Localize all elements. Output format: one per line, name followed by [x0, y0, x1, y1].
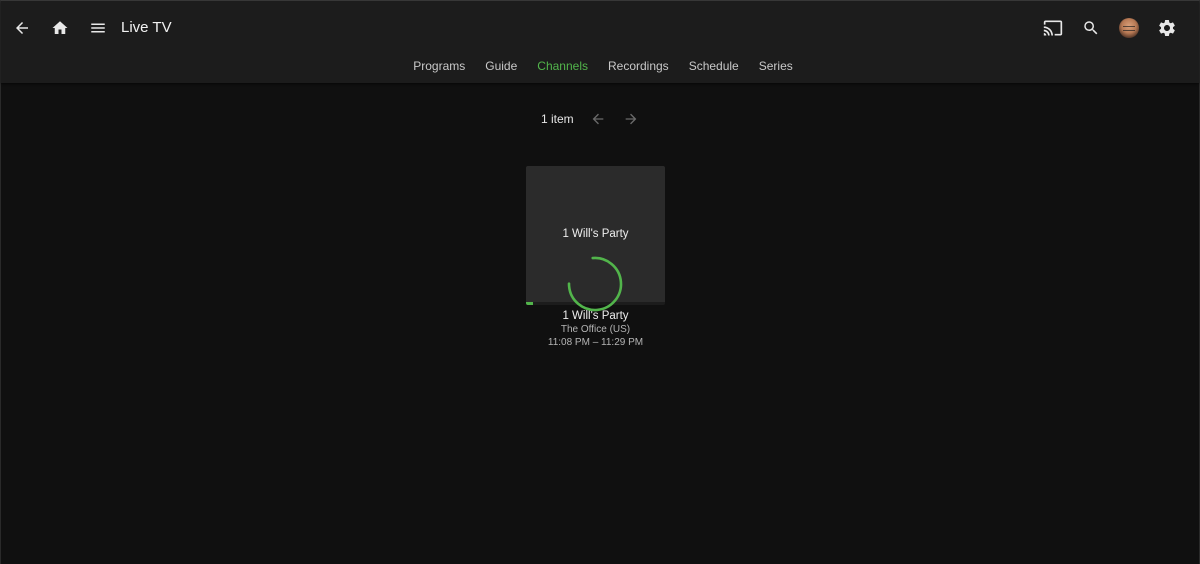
arrow-back-icon — [16, 22, 28, 34]
menu-icon — [91, 23, 105, 33]
channel-image-label: 1 Will's Party — [562, 228, 629, 240]
tab-series[interactable]: Series — [759, 56, 793, 76]
arrow-right-icon — [625, 113, 637, 125]
settings-gear-icon — [1159, 19, 1175, 36]
program-time: 11:08 PM – 11:29 PM — [547, 337, 644, 348]
search-icon — [1084, 21, 1098, 35]
search-button[interactable] — [1073, 10, 1109, 46]
loading-spinner-icon — [567, 256, 623, 312]
menu-button[interactable] — [80, 10, 116, 46]
previous-page-button[interactable] — [584, 109, 612, 129]
channel-card[interactable]: 1 Will's Party 1 Will's Party The Office… — [526, 166, 665, 349]
tab-recordings[interactable]: Recordings — [608, 56, 669, 76]
home-button[interactable] — [42, 10, 78, 46]
tab-schedule[interactable]: Schedule — [689, 56, 739, 76]
app-window: Live TV Programs Guide Channels Recordin… — [0, 0, 1200, 564]
channel-card-text: 1 Will's Party The Office (US) 11:08 PM … — [526, 309, 665, 349]
header: Live TV Programs Guide Channels Recordin… — [1, 1, 1199, 83]
tab-bar: Programs Guide Channels Recordings Sched… — [1, 55, 1199, 77]
cast-button[interactable] — [1035, 10, 1071, 46]
avatar — [1119, 18, 1139, 38]
item-count: 1 item — [541, 112, 574, 126]
page-title: Live TV — [121, 19, 172, 36]
tab-programs[interactable]: Programs — [413, 56, 465, 76]
back-button[interactable] — [4, 10, 40, 46]
arrow-left-icon — [592, 113, 604, 125]
cast-icon — [1043, 20, 1063, 36]
tab-channels[interactable]: Channels — [537, 56, 588, 76]
user-avatar-button[interactable] — [1111, 10, 1147, 46]
settings-button[interactable] — [1149, 10, 1185, 46]
tab-guide[interactable]: Guide — [485, 56, 517, 76]
pager: 1 item — [541, 109, 645, 129]
next-page-button[interactable] — [617, 109, 645, 129]
program-title: The Office (US) — [560, 324, 631, 335]
home-icon — [52, 21, 68, 34]
program-progress-fill — [526, 302, 533, 305]
top-bar: Live TV — [1, 1, 1199, 55]
